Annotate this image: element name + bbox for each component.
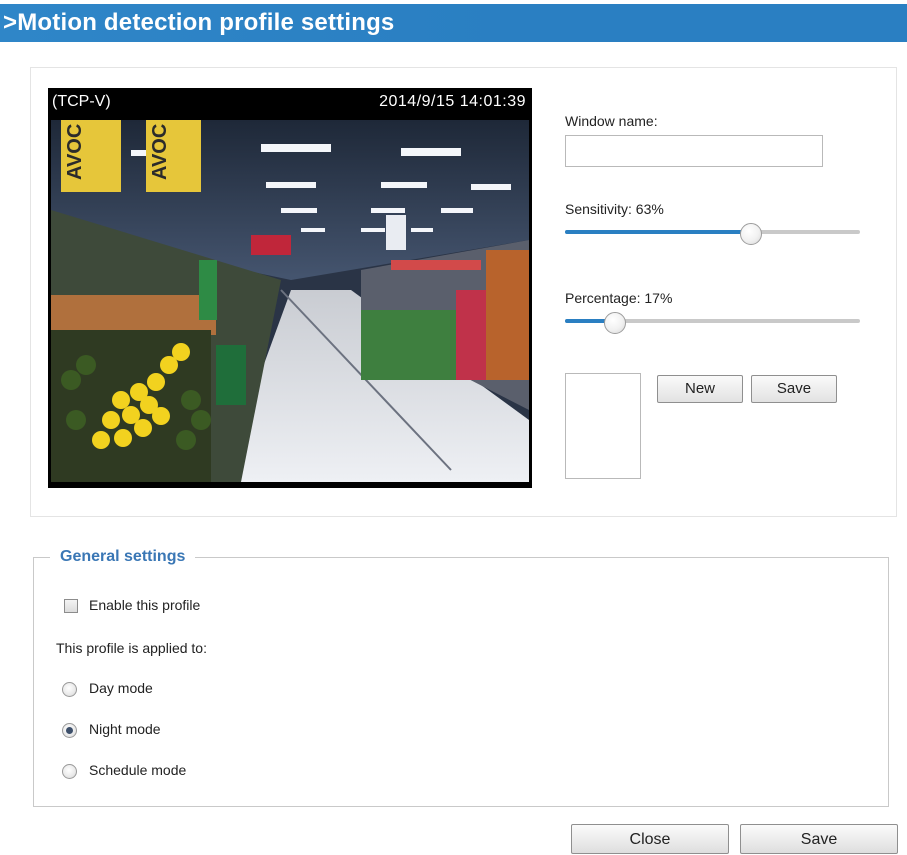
video-preview[interactable]: (TCP-V) 2014/9/15 14:01:39 AVOC AVOC	[48, 88, 532, 488]
day-mode-radio[interactable]	[62, 682, 77, 697]
slider-knob[interactable]	[604, 312, 627, 334]
general-settings-legend: General settings	[50, 548, 196, 566]
day-mode-label: Day mode	[89, 680, 153, 696]
camera-image: AVOC AVOC	[51, 120, 529, 482]
slider-knob[interactable]	[739, 223, 762, 245]
window-list[interactable]	[565, 373, 641, 479]
video-timestamp: 2014/9/15 14:01:39	[379, 93, 526, 110]
video-header: (TCP-V) 2014/9/15 14:01:39	[48, 88, 532, 120]
sensitivity-label: Sensitivity: 63%	[565, 201, 664, 217]
percentage-label: Percentage: 17%	[565, 290, 673, 306]
enable-profile-label: Enable this profile	[89, 597, 201, 613]
stream-label: (TCP-V)	[52, 93, 111, 110]
general-settings-group: General settings Enable this profile Thi…	[33, 548, 889, 807]
window-name-input[interactable]	[565, 135, 823, 167]
slider-fill	[565, 230, 751, 234]
window-name-label: Window name:	[565, 113, 658, 129]
svg-text:AVOC: AVOC	[149, 124, 171, 180]
applied-to-label: This profile is applied to:	[56, 640, 207, 656]
motion-window-panel: (TCP-V) 2014/9/15 14:01:39 AVOC AVOC Win…	[30, 67, 897, 517]
night-mode-label: Night mode	[89, 721, 161, 737]
new-button[interactable]: New	[657, 375, 743, 403]
percentage-slider[interactable]	[565, 312, 860, 334]
night-mode-radio[interactable]	[62, 723, 77, 738]
title-bar: >Motion detection profile settings	[0, 4, 907, 42]
page-title: >Motion detection profile settings	[3, 9, 395, 36]
enable-profile-checkbox[interactable]	[64, 599, 78, 613]
save-window-button[interactable]: Save	[751, 375, 837, 403]
schedule-mode-radio[interactable]	[62, 764, 77, 779]
svg-text:AVOC: AVOC	[64, 124, 86, 180]
schedule-mode-label: Schedule mode	[89, 762, 187, 778]
sensitivity-slider[interactable]	[565, 223, 860, 245]
